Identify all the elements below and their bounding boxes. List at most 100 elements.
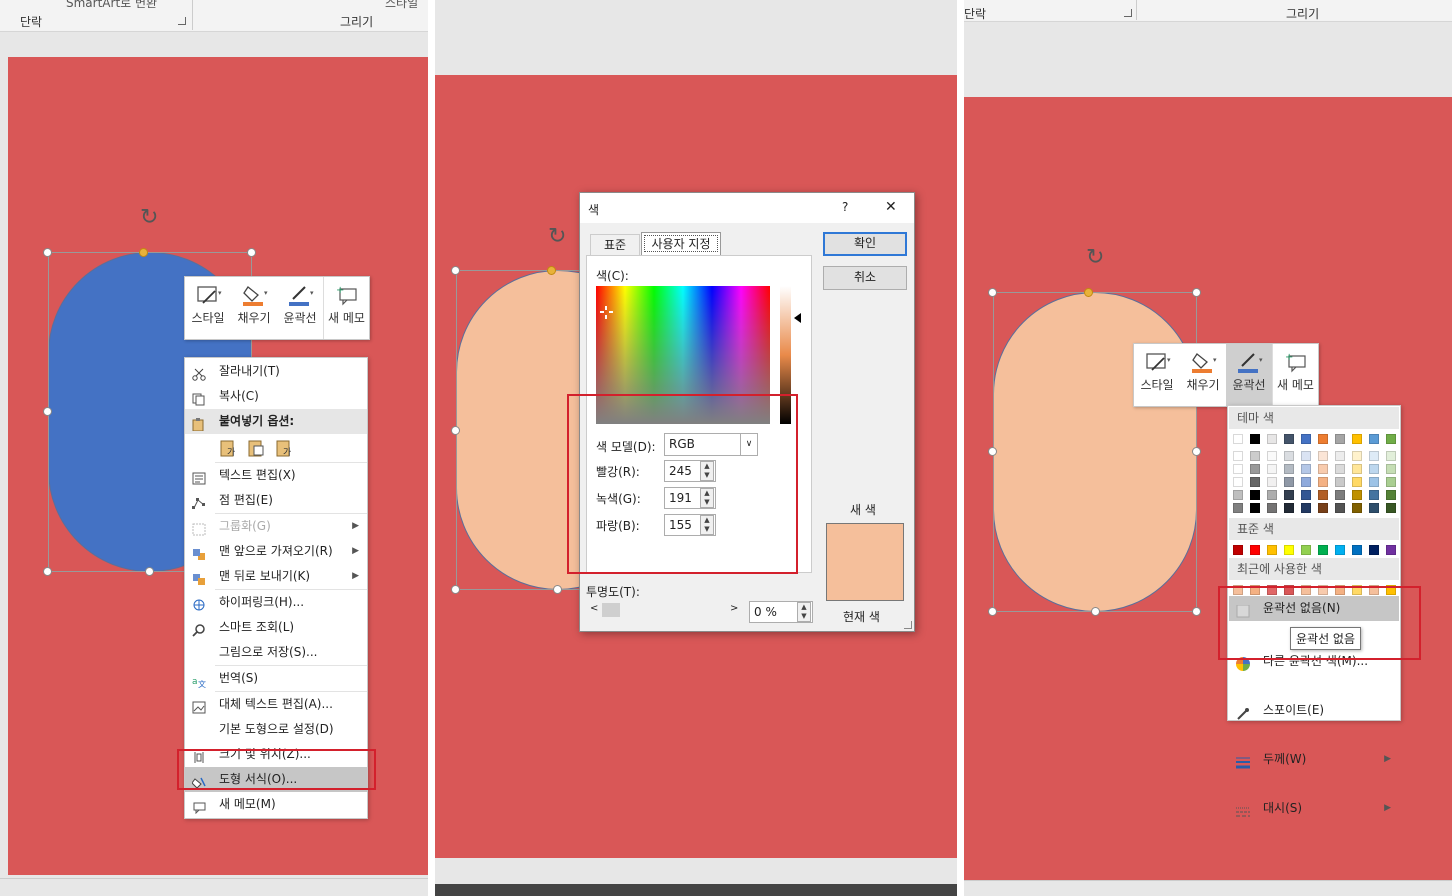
theme-color-swatch[interactable] [1369, 434, 1379, 444]
ok-button[interactable]: 확인 [823, 232, 907, 256]
transparency-slider[interactable]: < > [586, 601, 740, 619]
theme-color-swatch[interactable] [1386, 434, 1396, 444]
resize-handle[interactable] [451, 585, 460, 594]
theme-color-swatch[interactable] [1233, 434, 1243, 444]
fill-button[interactable]: ▾ 채우기 [231, 277, 277, 339]
menu-item-send-back[interactable]: 맨 뒤로 보내기(K) ▶ [185, 564, 367, 589]
standard-color-swatch[interactable] [1369, 545, 1379, 555]
theme-color-swatch[interactable] [1386, 477, 1396, 487]
resize-handle[interactable] [43, 248, 52, 257]
theme-color-swatch[interactable] [1352, 503, 1362, 513]
adjust-handle[interactable] [1084, 288, 1093, 297]
theme-color-swatch[interactable] [1386, 464, 1396, 474]
theme-color-swatch[interactable] [1284, 490, 1294, 500]
theme-color-swatch[interactable] [1301, 490, 1311, 500]
theme-color-swatch[interactable] [1284, 464, 1294, 474]
theme-color-swatch[interactable] [1335, 434, 1345, 444]
menu-item-hyperlink[interactable]: 하이퍼링크(H)... [185, 590, 367, 615]
menu-item-bring-front[interactable]: 맨 앞으로 가져오기(R) ▶ [185, 539, 367, 564]
theme-color-swatch[interactable] [1284, 451, 1294, 461]
theme-color-swatch[interactable] [1369, 477, 1379, 487]
resize-handle[interactable] [1091, 607, 1100, 616]
theme-color-swatch[interactable] [1318, 434, 1328, 444]
resize-handle[interactable] [145, 567, 154, 576]
rotate-handle-icon[interactable]: ↻ [140, 207, 158, 229]
rotate-handle-icon[interactable]: ↻ [548, 226, 566, 248]
theme-color-swatch[interactable] [1335, 490, 1345, 500]
theme-color-swatch[interactable] [1250, 464, 1260, 474]
theme-color-swatch[interactable] [1386, 451, 1396, 461]
new-memo-button[interactable]: + 새 메모 [1272, 344, 1318, 406]
resize-handle[interactable] [247, 248, 256, 257]
theme-color-swatch[interactable] [1267, 503, 1277, 513]
menu-item-copy[interactable]: 복사(C) [185, 384, 367, 409]
menu-item-dashes[interactable]: 대시(S) ▶ [1229, 796, 1399, 821]
menu-item-cut[interactable]: 잘라내기(T) [185, 359, 367, 384]
luminance-pointer-icon[interactable] [794, 313, 801, 323]
resize-handle[interactable] [553, 585, 562, 594]
menu-item-eyedropper[interactable]: 스포이트(E) [1229, 698, 1399, 723]
theme-color-swatch[interactable] [1250, 477, 1260, 487]
standard-color-swatch[interactable] [1233, 545, 1243, 555]
theme-color-swatch[interactable] [1318, 477, 1328, 487]
theme-color-swatch[interactable] [1301, 434, 1311, 444]
resize-handle[interactable] [43, 407, 52, 416]
theme-color-swatch[interactable] [1386, 503, 1396, 513]
style-button[interactable]: ▾ 스타일 [185, 277, 231, 339]
menu-item-set-default[interactable]: 기본 도형으로 설정(D) [185, 717, 367, 742]
theme-color-swatch[interactable] [1233, 503, 1243, 513]
resize-handle[interactable] [451, 426, 460, 435]
theme-color-swatch[interactable] [1301, 464, 1311, 474]
theme-color-swatch[interactable] [1301, 451, 1311, 461]
theme-color-swatch[interactable] [1233, 464, 1243, 474]
theme-color-swatch[interactable] [1267, 477, 1277, 487]
resize-handle[interactable] [1192, 288, 1201, 297]
transparency-stepper[interactable]: ▲ ▼ [797, 602, 811, 622]
menu-item-save-as-picture[interactable]: 그림으로 저장(S)... [185, 640, 367, 665]
menu-item-translate[interactable]: a 文 번역(S) [185, 666, 367, 691]
theme-color-swatch[interactable] [1250, 434, 1260, 444]
theme-color-swatch[interactable] [1250, 490, 1260, 500]
close-icon[interactable]: ✕ [885, 199, 897, 215]
theme-color-swatch[interactable] [1301, 503, 1311, 513]
menu-item-weight[interactable]: 두께(W) ▶ [1229, 747, 1399, 772]
resize-handle[interactable] [988, 607, 997, 616]
theme-color-swatch[interactable] [1318, 490, 1328, 500]
dialog-launcher-icon[interactable] [178, 17, 186, 25]
theme-color-swatch[interactable] [1284, 477, 1294, 487]
outline-button[interactable]: ▾ 윤곽선 [1226, 344, 1272, 406]
resize-handle[interactable] [43, 567, 52, 576]
menu-item-new-memo[interactable]: 새 메모(M) [185, 792, 367, 817]
cancel-button[interactable]: 취소 [823, 266, 907, 290]
menu-item-smart-lookup[interactable]: 스마트 조회(L) [185, 615, 367, 640]
resize-handle[interactable] [1192, 447, 1201, 456]
theme-color-swatch[interactable] [1335, 451, 1345, 461]
theme-color-swatch[interactable] [1250, 451, 1260, 461]
theme-color-swatch[interactable] [1318, 451, 1328, 461]
standard-color-swatch[interactable] [1267, 545, 1277, 555]
menu-item-edit-points[interactable]: 점 편집(E) [185, 488, 367, 513]
standard-color-swatch[interactable] [1318, 545, 1328, 555]
theme-color-swatch[interactable] [1335, 477, 1345, 487]
theme-color-swatch[interactable] [1233, 490, 1243, 500]
theme-color-swatch[interactable] [1352, 451, 1362, 461]
standard-color-swatch[interactable] [1386, 545, 1396, 555]
theme-color-swatch[interactable] [1318, 503, 1328, 513]
tab-standard[interactable]: 표준 [590, 234, 640, 255]
standard-color-swatch[interactable] [1284, 545, 1294, 555]
theme-color-swatch[interactable] [1233, 451, 1243, 461]
adjust-handle[interactable] [139, 248, 148, 257]
resize-handle[interactable] [988, 288, 997, 297]
theme-color-swatch[interactable] [1352, 477, 1362, 487]
theme-color-swatch[interactable] [1284, 503, 1294, 513]
menu-item-edit-text[interactable]: 텍스트 편집(X) [185, 463, 367, 488]
theme-color-swatch[interactable] [1301, 477, 1311, 487]
theme-color-swatch[interactable] [1352, 464, 1362, 474]
adjust-handle[interactable] [547, 266, 556, 275]
standard-color-swatch[interactable] [1352, 545, 1362, 555]
outline-button[interactable]: ▾ 윤곽선 [277, 277, 323, 339]
theme-color-swatch[interactable] [1284, 434, 1294, 444]
tab-custom[interactable]: 사용자 지정 [641, 232, 721, 255]
theme-color-swatch[interactable] [1369, 451, 1379, 461]
standard-color-swatch[interactable] [1335, 545, 1345, 555]
